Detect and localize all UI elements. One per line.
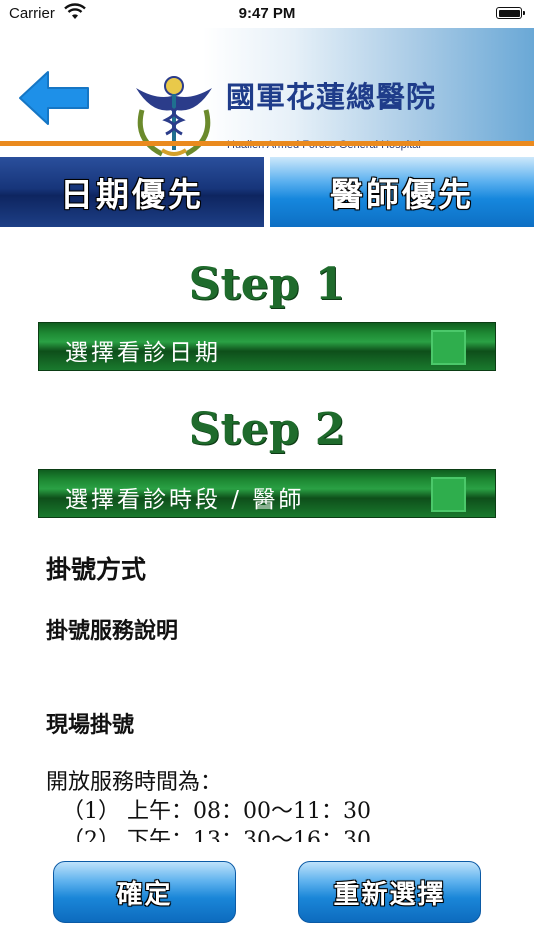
service-hours-text: 開放服務時間為： （1） 上午：08：00～11：30 （2） 下午：13：30… [46,768,371,842]
select-date-bar[interactable]: 選擇看診日期 [38,322,496,371]
service-hours-intro: 開放服務時間為： [46,770,223,795]
confirm-button[interactable]: 確定 [53,861,236,923]
status-time: 9:47 PM [238,5,296,22]
step2-title: Step 2 [188,404,346,455]
step1-title: Step 1 [188,259,346,310]
registration-info-scroll[interactable]: 掛號方式 掛號服務說明 現場掛號 開放服務時間為： （1） 上午：08：00～1… [46,540,506,842]
select-time-doctor-label: 選擇看診時段 / 醫師 [65,487,305,513]
section-title-registration-method: 掛號方式 [46,555,147,584]
tab-doctor-priority[interactable]: 醫師優先 [270,157,534,227]
hours-line-afternoon: （2） 下午：13：30～16：30 [62,828,371,842]
hospital-emblem-icon [136,76,212,157]
heading-service-description: 掛號服務說明 [46,619,179,644]
status-bar: Carrier 9:47 PM [0,0,534,28]
app-header: 國軍花蓮總醫院 Hualien Armed Forces General Hos… [0,28,534,157]
hospital-name: 國軍花蓮總醫院 [226,80,437,114]
tab-date-priority[interactable]: 日期優先 [0,157,264,227]
select-time-doctor-square-icon [431,477,466,512]
hours-line-morning: （1） 上午：08：00～11：30 [62,799,371,824]
heading-walkin-registration: 現場掛號 [46,713,135,738]
back-arrow-icon[interactable] [14,68,94,128]
select-date-label: 選擇看診日期 [65,340,221,366]
reset-button[interactable]: 重新選擇 [298,861,481,923]
select-date-square-icon [431,330,466,365]
header-accent-rule [0,141,534,146]
battery-icon [496,7,525,19]
select-time-doctor-bar[interactable]: 選擇看診時段 / 醫師 [38,469,496,518]
